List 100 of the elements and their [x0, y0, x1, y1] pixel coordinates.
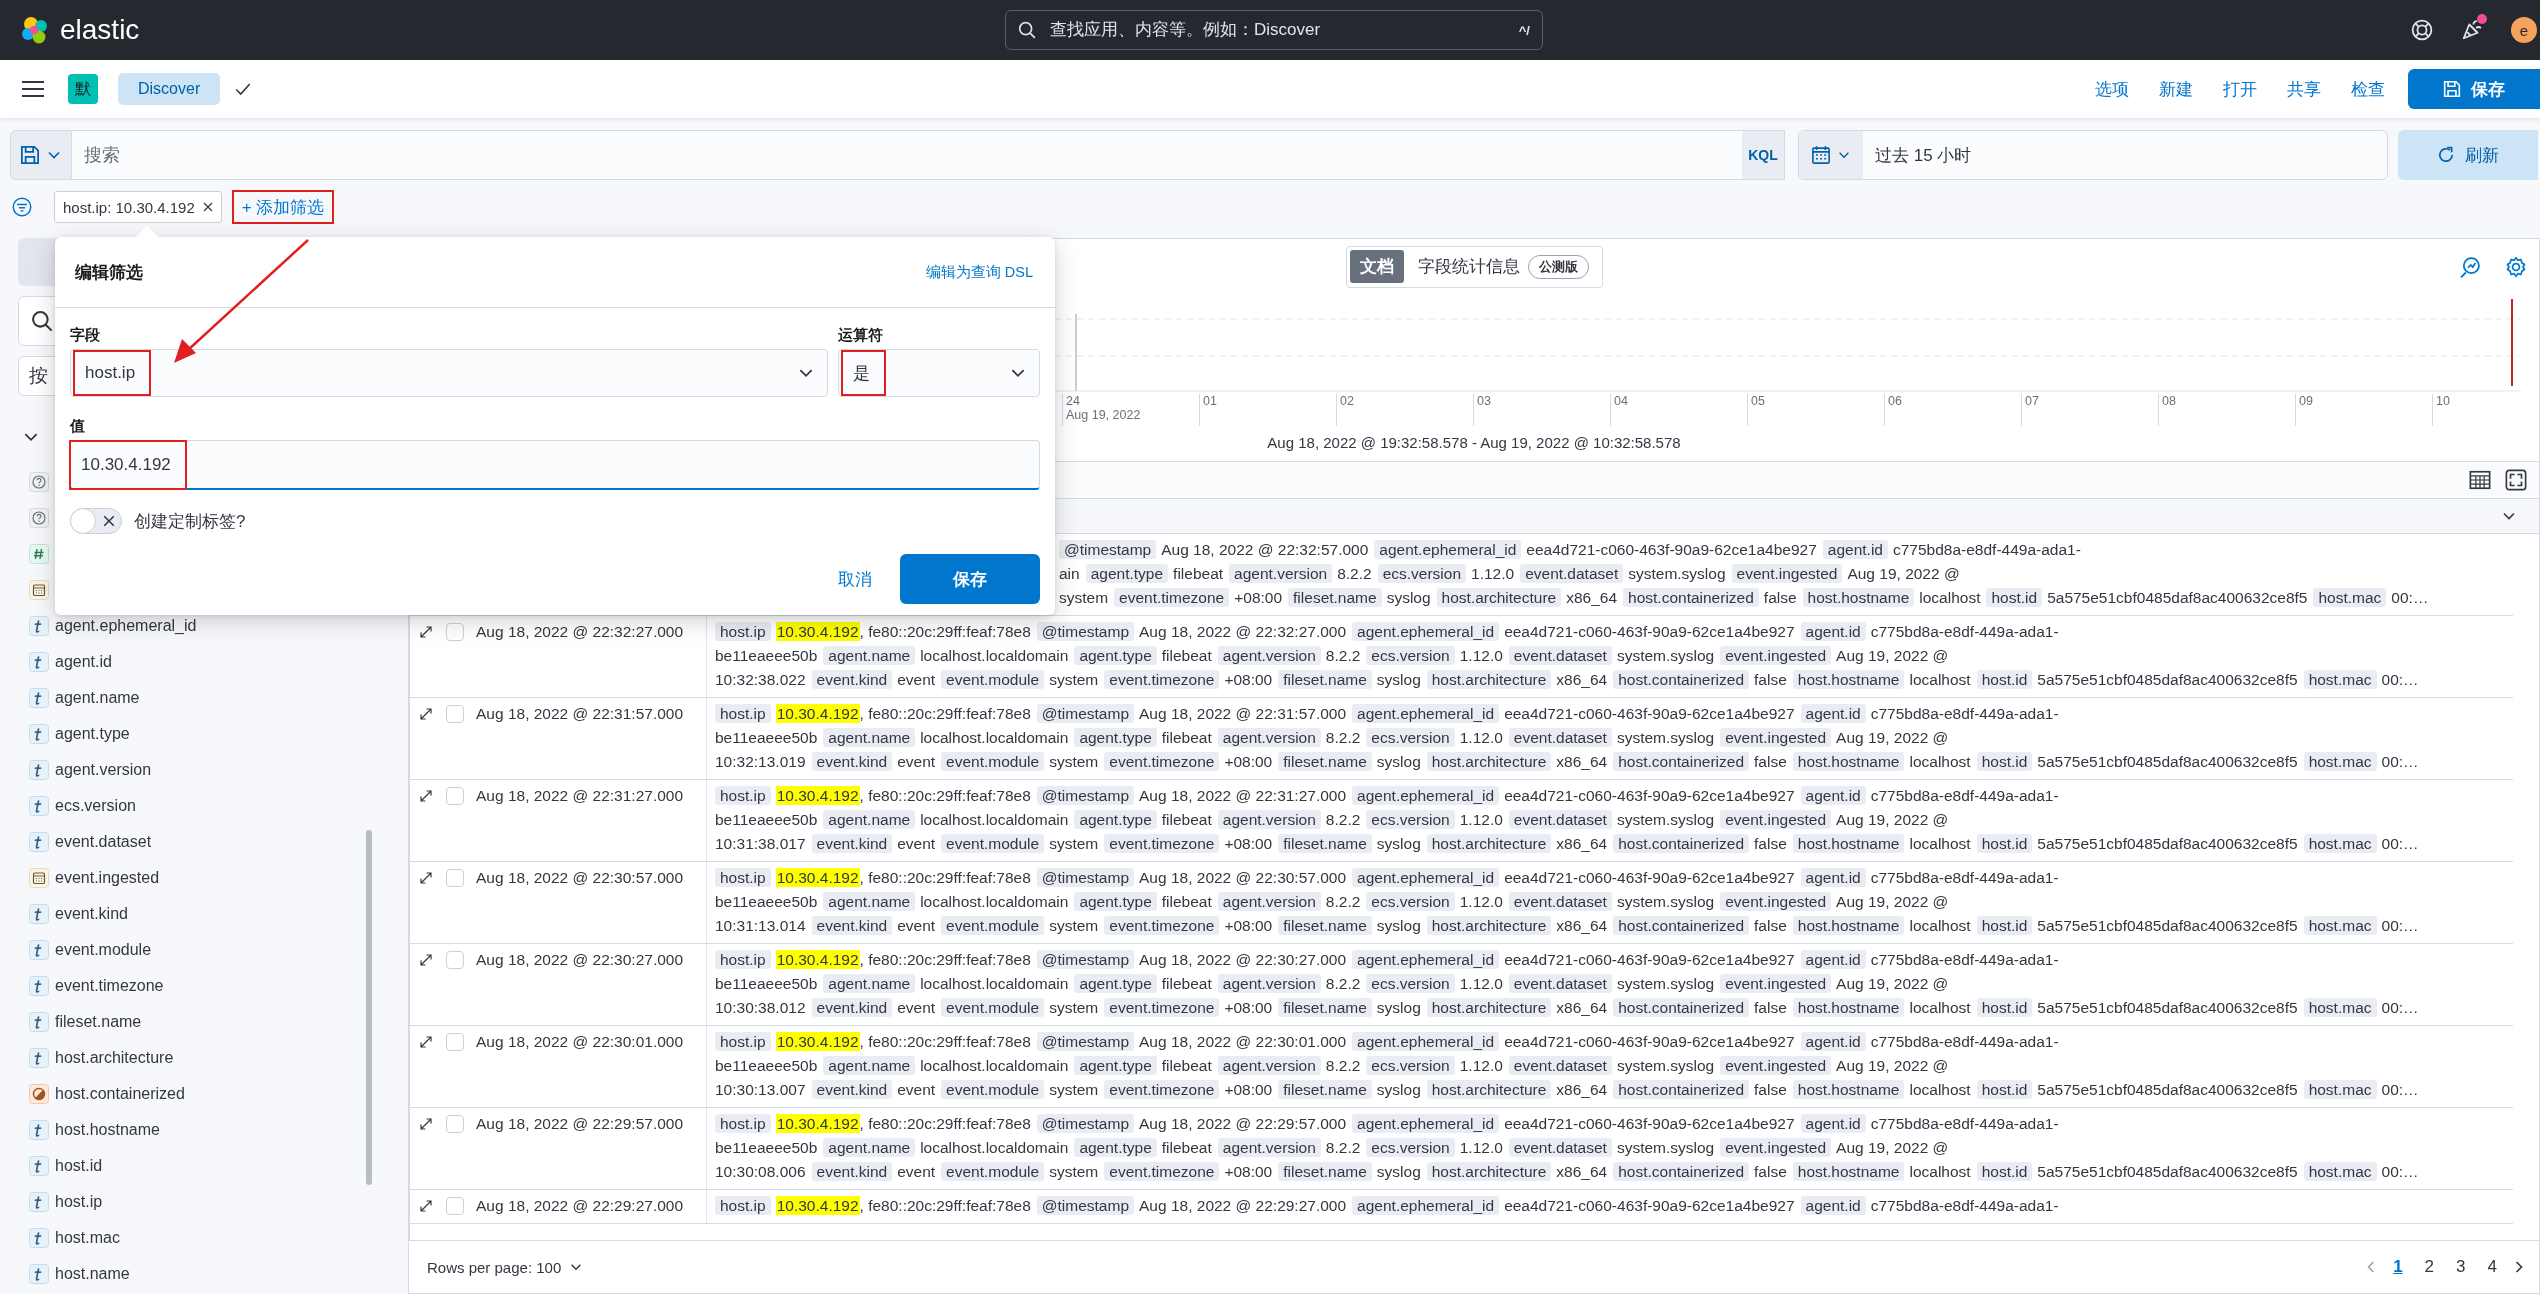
- filter-icon[interactable]: [12, 197, 32, 217]
- row-checkbox[interactable]: [446, 951, 464, 969]
- menu-icon[interactable]: [22, 80, 44, 98]
- field-name[interactable]: host.name: [55, 1265, 130, 1283]
- expand-icon[interactable]: [418, 624, 434, 640]
- expand-icon[interactable]: [418, 952, 434, 968]
- menu-link[interactable]: 新建: [2144, 77, 2208, 101]
- toggle-switch[interactable]: [70, 508, 122, 534]
- save-button[interactable]: 保存: [2408, 69, 2540, 109]
- field-value: c775bd8a-e8df-449a-ada1-: [1870, 705, 2059, 722]
- row-checkbox[interactable]: [446, 869, 464, 887]
- dsl-link[interactable]: 编辑为查询 DSL: [925, 262, 1033, 282]
- expand-icon[interactable]: [418, 1116, 434, 1132]
- value-input[interactable]: 10.30.4.192: [70, 440, 1040, 490]
- field-name[interactable]: agent.id: [55, 653, 112, 671]
- menu-link[interactable]: 检查: [2336, 77, 2400, 101]
- page-link[interactable]: 3: [2448, 1255, 2474, 1279]
- help-icon[interactable]: [2411, 19, 2433, 41]
- add-filter-button[interactable]: + 添加筛选: [231, 190, 335, 224]
- field-value: be11eaeee50b: [715, 975, 818, 992]
- search-input[interactable]: 查找应用、内容等。例如：Discover: [1048, 19, 1507, 41]
- search-bar[interactable]: 查找应用、内容等。例如：Discover ^/: [1005, 10, 1543, 50]
- date-picker[interactable]: 过去 15 小时: [1798, 130, 2388, 180]
- row-checkbox[interactable]: [446, 623, 464, 641]
- page-link[interactable]: 4: [2479, 1255, 2505, 1279]
- save-button[interactable]: 保存: [900, 554, 1040, 604]
- field-value: system: [1049, 753, 1099, 770]
- field-value: syslog: [1376, 917, 1421, 934]
- field-name[interactable]: host.containerized: [55, 1085, 185, 1103]
- field-name[interactable]: agent.name: [55, 689, 140, 707]
- cancel-button[interactable]: 取消: [832, 566, 878, 592]
- refresh-button[interactable]: 刷新: [2398, 130, 2538, 180]
- field-value: , fe80::20c:29ff:feaf:78e8: [859, 869, 1031, 886]
- field-key: fileset.name: [1278, 752, 1372, 771]
- menu-link[interactable]: 打开: [2208, 77, 2272, 101]
- filter-pill[interactable]: host.ip: 10.30.4.192: [54, 191, 222, 223]
- megaphone-icon: [2461, 19, 2483, 41]
- field-key: host.hostname: [1792, 1080, 1905, 1099]
- field-key: event.timezone: [1104, 670, 1220, 689]
- expand-icon[interactable]: [418, 870, 434, 886]
- settings-icon[interactable]: [2505, 255, 2527, 278]
- expand-icon[interactable]: [418, 788, 434, 804]
- row-checkbox[interactable]: [446, 1115, 464, 1133]
- expand-icon[interactable]: [418, 706, 434, 722]
- page-link[interactable]: 1: [2385, 1255, 2411, 1279]
- user-avatar[interactable]: e: [2511, 17, 2537, 43]
- field-value: localhost.localdomain: [920, 975, 1069, 992]
- saved-query-button[interactable]: [10, 130, 72, 180]
- field-value: c775bd8a-e8df-449a-ada1-: [1870, 787, 2059, 804]
- field-name[interactable]: fileset.name: [55, 1013, 142, 1031]
- menu-link[interactable]: 共享: [2272, 77, 2336, 101]
- row-checkbox[interactable]: [446, 705, 464, 723]
- query-language-button[interactable]: KQL: [1742, 131, 1784, 179]
- row-checkbox[interactable]: [446, 1033, 464, 1051]
- field-key: agent.name: [823, 646, 916, 665]
- axis-label: 04: [1614, 394, 1629, 408]
- field-name[interactable]: event.kind: [55, 905, 128, 923]
- field-name[interactable]: event.timezone: [55, 977, 164, 995]
- field-name[interactable]: event.dataset: [55, 833, 152, 851]
- field-name[interactable]: host.id: [55, 1157, 103, 1175]
- field-label: 字段: [70, 326, 101, 345]
- field-name[interactable]: event.ingested: [55, 869, 160, 887]
- search-input[interactable]: 搜索: [72, 143, 1742, 167]
- calendar-type-icon: [29, 580, 49, 600]
- page-link[interactable]: 2: [2416, 1255, 2443, 1279]
- rows-per-page-button[interactable]: Rows per page: 100: [421, 1257, 590, 1277]
- field-name[interactable]: host.ip: [55, 1193, 103, 1211]
- fullscreen-icon[interactable]: [2505, 469, 2527, 491]
- search-bar[interactable]: 搜索 KQL: [72, 130, 1785, 180]
- close-icon[interactable]: [202, 202, 213, 212]
- breadcrumb[interactable]: Discover: [118, 73, 221, 105]
- expand-icon[interactable]: [418, 1198, 434, 1214]
- field-name[interactable]: host.hostname: [55, 1121, 160, 1139]
- view-tab[interactable]: 字段统计信息 公测版: [1407, 249, 1599, 284]
- field-key: host.hostname: [1792, 998, 1905, 1017]
- time-range-label: Aug 18, 2022 @ 19:32:58.578 - Aug 19, 2022 @ 10:32:58.578: [1266, 433, 1682, 453]
- field-combobox[interactable]: host.ip: [70, 349, 828, 397]
- row-checkbox[interactable]: [446, 1197, 464, 1215]
- field-name[interactable]: host.mac: [55, 1229, 120, 1247]
- search-chart-icon[interactable]: [2459, 255, 2481, 278]
- field-name[interactable]: event.module: [55, 941, 152, 959]
- space-avatar[interactable]: 默: [68, 74, 98, 104]
- quick-menu-button[interactable]: [1799, 131, 1863, 179]
- menu-link[interactable]: 选项: [2080, 77, 2144, 101]
- field-name[interactable]: ecs.version: [55, 797, 136, 815]
- field-name[interactable]: agent.type: [55, 725, 130, 743]
- field-key: host.architecture: [1426, 670, 1552, 689]
- field-name[interactable]: agent.ephemeral_id: [55, 617, 197, 635]
- operator-combobox[interactable]: 是: [838, 349, 1040, 397]
- view-tab[interactable]: 文档: [1349, 250, 1404, 283]
- field-key: agent.type: [1074, 974, 1157, 993]
- field-key: fileset.name: [1288, 588, 1382, 607]
- field-key: agent.type: [1085, 564, 1169, 583]
- field-name[interactable]: host.architecture: [55, 1049, 174, 1067]
- field-name[interactable]: agent.version: [55, 761, 152, 779]
- field-key: ecs.version: [1366, 1138, 1455, 1157]
- table-icon[interactable]: [2469, 469, 2491, 491]
- expand-icon[interactable]: [418, 1034, 434, 1050]
- row-checkbox[interactable]: [446, 787, 464, 805]
- field-key: host.mac: [2303, 752, 2377, 771]
